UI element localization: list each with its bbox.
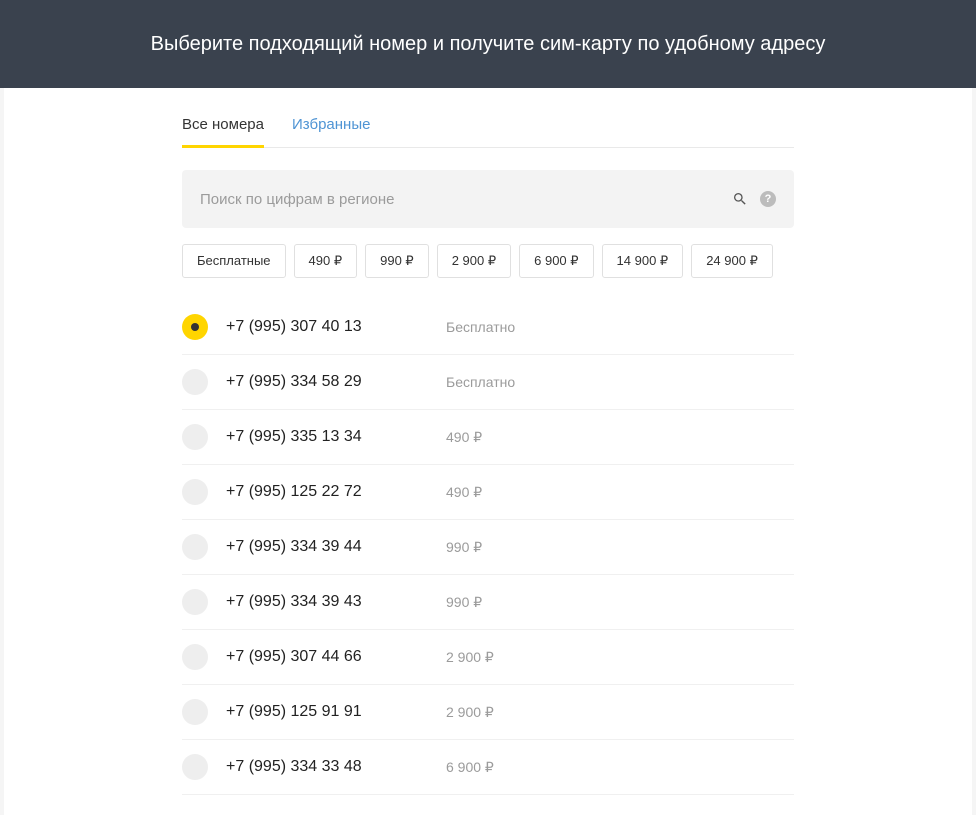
- radio-button[interactable]: [182, 314, 208, 340]
- price-label: Бесплатно: [446, 319, 515, 335]
- price-label: 490 ₽: [446, 484, 482, 501]
- number-row[interactable]: +7 (995) 334 39 43990 ₽: [182, 575, 794, 630]
- help-icon[interactable]: ?: [760, 191, 776, 207]
- radio-button[interactable]: [182, 369, 208, 395]
- number-row[interactable]: +7 (995) 334 39 44990 ₽: [182, 520, 794, 575]
- filter-pill[interactable]: 990 ₽: [365, 244, 429, 278]
- radio-button[interactable]: [182, 424, 208, 450]
- phone-number: +7 (995) 334 39 43: [226, 593, 446, 611]
- number-row[interactable]: +7 (995) 307 44 662 900 ₽: [182, 630, 794, 685]
- tab-favorites[interactable]: Избранные: [292, 106, 370, 147]
- radio-button[interactable]: [182, 699, 208, 725]
- radio-button[interactable]: [182, 479, 208, 505]
- price-filters: Бесплатные490 ₽990 ₽2 900 ₽6 900 ₽ 14 900…: [182, 244, 794, 278]
- phone-number: +7 (995) 334 39 44: [226, 538, 446, 556]
- filter-pill[interactable]: 490 ₽: [294, 244, 358, 278]
- search-icons: ?: [732, 191, 776, 207]
- main-panel: Все номера Избранные ? Бесплатные490 ₽99…: [4, 88, 972, 815]
- radio-button[interactable]: [182, 534, 208, 560]
- tab-all-numbers[interactable]: Все номера: [182, 106, 264, 147]
- price-label: 2 900 ₽: [446, 649, 494, 666]
- hero-banner: Выберите подходящий номер и получите сим…: [0, 0, 976, 88]
- filter-pill[interactable]: 2 900 ₽: [437, 244, 511, 278]
- content-wrap: Все номера Избранные ? Бесплатные490 ₽99…: [182, 88, 794, 795]
- phone-number: +7 (995) 335 13 34: [226, 428, 446, 446]
- tabs: Все номера Избранные: [182, 106, 794, 148]
- search-icon[interactable]: [732, 191, 748, 207]
- price-label: 2 900 ₽: [446, 704, 494, 721]
- number-row[interactable]: +7 (995) 334 33 486 900 ₽: [182, 740, 794, 795]
- phone-number: +7 (995) 334 33 48: [226, 758, 446, 776]
- price-label: Бесплатно: [446, 374, 515, 390]
- filter-pill[interactable]: 6 900 ₽: [519, 244, 593, 278]
- phone-number: +7 (995) 125 22 72: [226, 483, 446, 501]
- number-row[interactable]: +7 (995) 125 22 72490 ₽: [182, 465, 794, 520]
- price-label: 990 ₽: [446, 539, 482, 556]
- price-label: 6 900 ₽: [446, 759, 494, 776]
- phone-number: +7 (995) 125 91 91: [226, 703, 446, 721]
- phone-number: +7 (995) 307 44 66: [226, 648, 446, 666]
- filter-pill[interactable]: 24 900 ₽: [691, 244, 773, 278]
- radio-button[interactable]: [182, 644, 208, 670]
- filter-pill[interactable]: Бесплатные: [182, 244, 286, 278]
- radio-button[interactable]: [182, 754, 208, 780]
- number-row[interactable]: +7 (995) 334 58 29Бесплатно: [182, 355, 794, 410]
- search-bar: ?: [182, 170, 794, 228]
- phone-number: +7 (995) 334 58 29: [226, 373, 446, 391]
- number-list: +7 (995) 307 40 13Бесплатно+7 (995) 334 …: [182, 308, 794, 795]
- phone-number: +7 (995) 307 40 13: [226, 318, 446, 336]
- hero-title: Выберите подходящий номер и получите сим…: [151, 33, 826, 56]
- price-label: 990 ₽: [446, 594, 482, 611]
- search-input[interactable]: [200, 191, 732, 208]
- number-row[interactable]: +7 (995) 335 13 34490 ₽: [182, 410, 794, 465]
- number-row[interactable]: +7 (995) 125 91 912 900 ₽: [182, 685, 794, 740]
- filter-pill[interactable]: 14 900 ₽: [602, 244, 684, 278]
- radio-button[interactable]: [182, 589, 208, 615]
- number-row[interactable]: +7 (995) 307 40 13Бесплатно: [182, 308, 794, 355]
- price-label: 490 ₽: [446, 429, 482, 446]
